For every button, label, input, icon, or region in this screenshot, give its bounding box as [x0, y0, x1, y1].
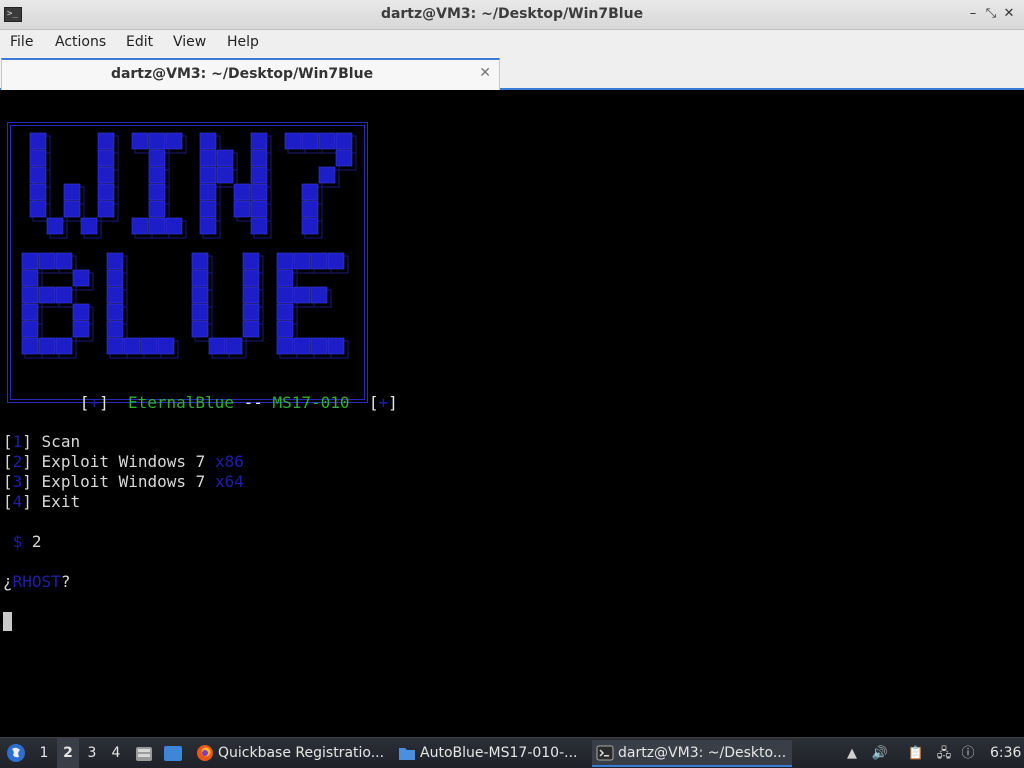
start-menu-button[interactable]: [4, 738, 28, 768]
task-label: dartz@VM3: ~/Deskto...: [618, 745, 787, 761]
task-firefox[interactable]: Quickbase Registratio...: [192, 740, 388, 767]
bracket-close: ]: [99, 393, 109, 412]
prompt-input: 2: [31, 532, 42, 551]
option-number: 4: [12, 492, 23, 511]
banner-footer: [+] EternalBlue -- MS17-010 [+]: [22, 374, 398, 431]
menu-option: [3] Exploit Windows 7 x64: [3, 472, 244, 491]
plus-sign: +: [89, 393, 100, 412]
rhost-label: RHOST: [12, 572, 61, 591]
tray-menu-icon[interactable]: ▲: [842, 738, 862, 768]
option-label: Exploit Windows 7: [41, 452, 206, 471]
rhost-question: ¿RHOST?: [3, 572, 70, 592]
menu-edit[interactable]: Edit: [126, 34, 153, 50]
minimize-button[interactable]: –: [966, 5, 980, 23]
menu-bar: File Actions Edit View Help: [0, 30, 1024, 56]
menu-option: [4] Exit: [3, 492, 81, 511]
task-label: Quickbase Registratio...: [218, 745, 385, 761]
terminal-icon: [596, 745, 614, 761]
clipboard-icon[interactable]: 📋: [906, 738, 926, 768]
menu-file[interactable]: File: [10, 34, 33, 50]
banner-code: MS17-010: [272, 393, 350, 412]
bracket-close: ]: [388, 393, 398, 412]
desktop-launcher[interactable]: [162, 738, 184, 768]
prompt-symbol: $: [12, 532, 23, 551]
menu-view[interactable]: View: [173, 34, 206, 50]
question-close: ?: [60, 572, 71, 591]
option-number: 1: [12, 432, 23, 451]
title-bar: >_ dartz@VM3: ~/Desktop/Win7Blue – ⤡ ✕: [0, 0, 1024, 30]
workspace-1[interactable]: 1: [33, 738, 55, 768]
maximize-button[interactable]: ⤡: [984, 5, 998, 23]
workspace-2[interactable]: 2: [57, 738, 79, 768]
menu-help[interactable]: Help: [227, 34, 259, 50]
workspace-3[interactable]: 3: [81, 738, 103, 768]
tab-close-icon[interactable]: ✕: [479, 65, 491, 81]
option-number: 3: [12, 472, 23, 491]
window-title: dartz@VM3: ~/Desktop/Win7Blue: [380, 6, 644, 22]
terminal-tab[interactable]: dartz@VM3: ~/Desktop/Win7Blue ✕: [1, 58, 500, 90]
notification-icon[interactable]: [964, 738, 984, 768]
plus-sign: +: [378, 393, 389, 412]
close-button[interactable]: ✕: [1002, 5, 1016, 23]
show-desktop-icon: [164, 746, 182, 761]
network-icon[interactable]: 🖧: [934, 738, 954, 768]
taskbar: 1 2 3 4 Quickbase Registratio... AutoBlu…: [0, 737, 1024, 768]
tab-bar: dartz@VM3: ~/Desktop/Win7Blue ✕: [0, 56, 1024, 90]
option-label: Scan: [41, 432, 81, 451]
terminal-cursor[interactable]: [3, 612, 12, 631]
option-number: 2: [12, 452, 23, 471]
win7-blue-ascii-art: [21, 132, 357, 359]
terminal-output[interactable]: [+] EternalBlue -- MS17-010 [+] [1] Scan…: [0, 92, 1024, 737]
tab-label: dartz@VM3: ~/Desktop/Win7Blue: [110, 66, 374, 82]
option-arch: x64: [214, 472, 244, 491]
banner-title: EternalBlue: [127, 393, 234, 412]
workspace-4[interactable]: 4: [105, 738, 127, 768]
menu-option: [2] Exploit Windows 7 x86: [3, 452, 244, 471]
start-menu-icon: [7, 744, 25, 762]
option-arch: x86: [214, 452, 244, 471]
task-label: AutoBlue-MS17-010-...: [420, 745, 578, 761]
clock[interactable]: 6:36: [990, 738, 1022, 768]
folder-icon: [399, 748, 415, 760]
prompt-line: $ 2: [3, 532, 42, 552]
firefox-icon: [197, 745, 213, 761]
menu-option: [1] Scan: [3, 432, 81, 451]
option-label: Exit: [41, 492, 81, 511]
task-file-manager[interactable]: AutoBlue-MS17-010-...: [394, 740, 586, 767]
banner-separator: --: [243, 393, 263, 412]
ascii-banner: [+] EternalBlue -- MS17-010 [+]: [7, 122, 398, 412]
option-label: Exploit Windows 7: [41, 472, 206, 491]
bracket-open: [: [79, 393, 90, 412]
volume-icon[interactable]: 🔊: [870, 738, 890, 768]
file-manager-icon: [136, 747, 152, 761]
task-terminal[interactable]: dartz@VM3: ~/Deskto...: [592, 740, 792, 767]
question-open: ¿: [3, 572, 13, 591]
file-manager-launcher[interactable]: [134, 738, 154, 768]
menu-actions[interactable]: Actions: [55, 34, 106, 50]
